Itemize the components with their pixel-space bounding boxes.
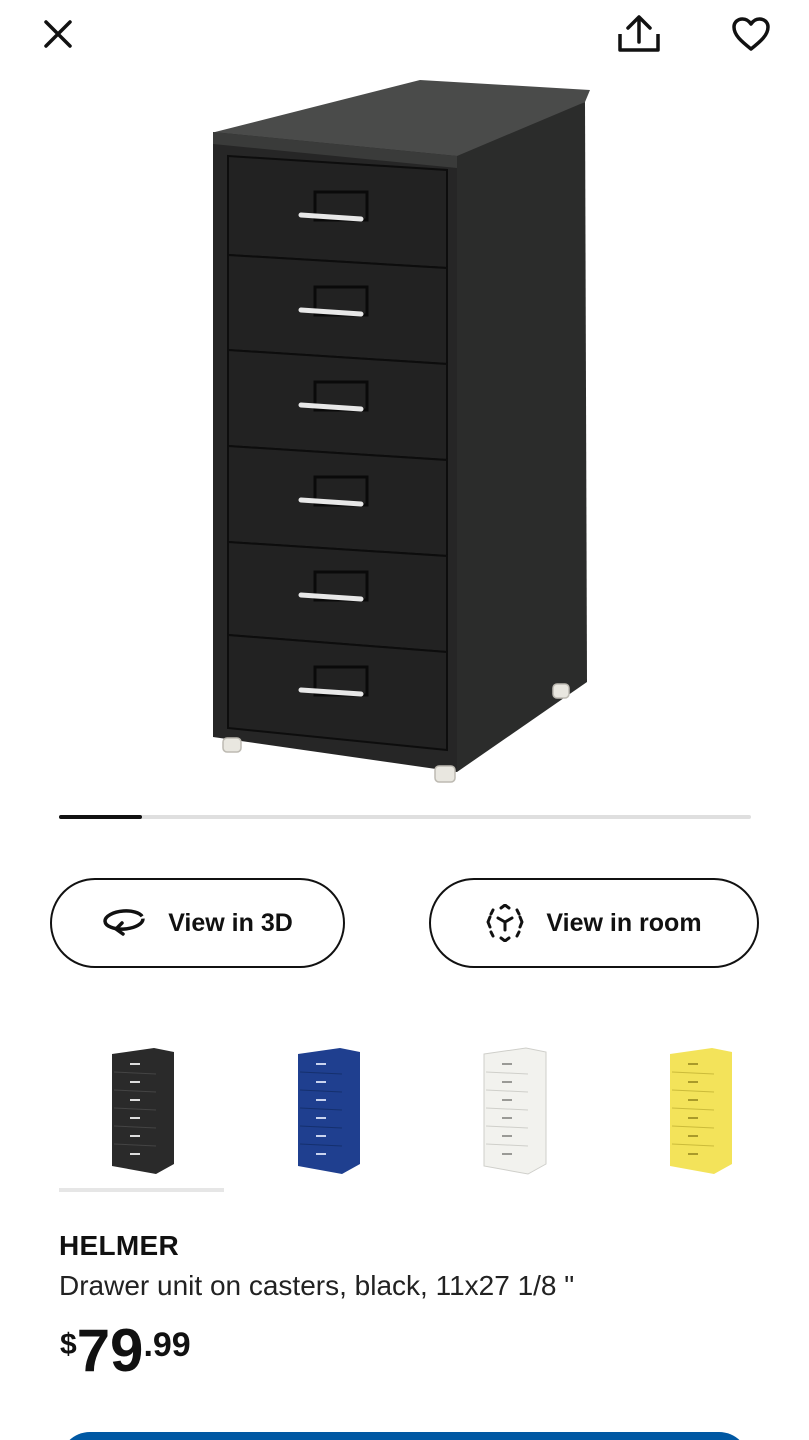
gallery-progress — [59, 815, 751, 819]
view-in-3d-button[interactable]: View in 3D — [50, 878, 345, 968]
ar-view-icon — [486, 904, 524, 942]
top-bar — [0, 0, 809, 72]
drawers — [226, 154, 448, 752]
variant-thumbnail-blue — [297, 1048, 360, 1174]
rotate-3d-icon — [103, 909, 145, 936]
color-variants — [59, 1036, 759, 1192]
view-in-room-button[interactable]: View in room — [429, 878, 759, 968]
variant-black[interactable] — [59, 1036, 224, 1186]
price-decimal: .99 — [143, 1326, 191, 1364]
view-in-3d-label: View in 3D — [168, 908, 293, 937]
price-currency: $ — [60, 1328, 77, 1361]
close-button[interactable] — [34, 10, 82, 58]
variant-thumbnail-yellow — [669, 1048, 732, 1174]
price-integer: 79 — [76, 1317, 144, 1384]
product-image — [212, 80, 590, 783]
product-price: $ 79 .99 — [60, 1318, 191, 1384]
product-description: Drawer unit on casters, black, 11x27 1/8… — [59, 1270, 575, 1301]
favorite-button[interactable] — [727, 10, 775, 58]
add-to-cart-button[interactable] — [60, 1432, 749, 1440]
variant-thumbnail-black — [111, 1048, 174, 1174]
variant-blue[interactable] — [245, 1036, 410, 1186]
product-name: HELMER — [59, 1230, 180, 1261]
close-icon — [44, 20, 72, 48]
selected-variant-indicator — [59, 1188, 224, 1192]
share-icon — [618, 15, 660, 52]
variant-white[interactable] — [431, 1036, 596, 1186]
view-in-room-label: View in room — [546, 908, 702, 937]
variant-yellow[interactable] — [617, 1036, 782, 1186]
variant-thumbnail-white — [483, 1047, 546, 1175]
product-image-gallery[interactable] — [0, 72, 809, 802]
gallery-progress-fill — [59, 815, 143, 819]
heart-icon — [732, 17, 770, 51]
share-button[interactable] — [615, 10, 663, 58]
